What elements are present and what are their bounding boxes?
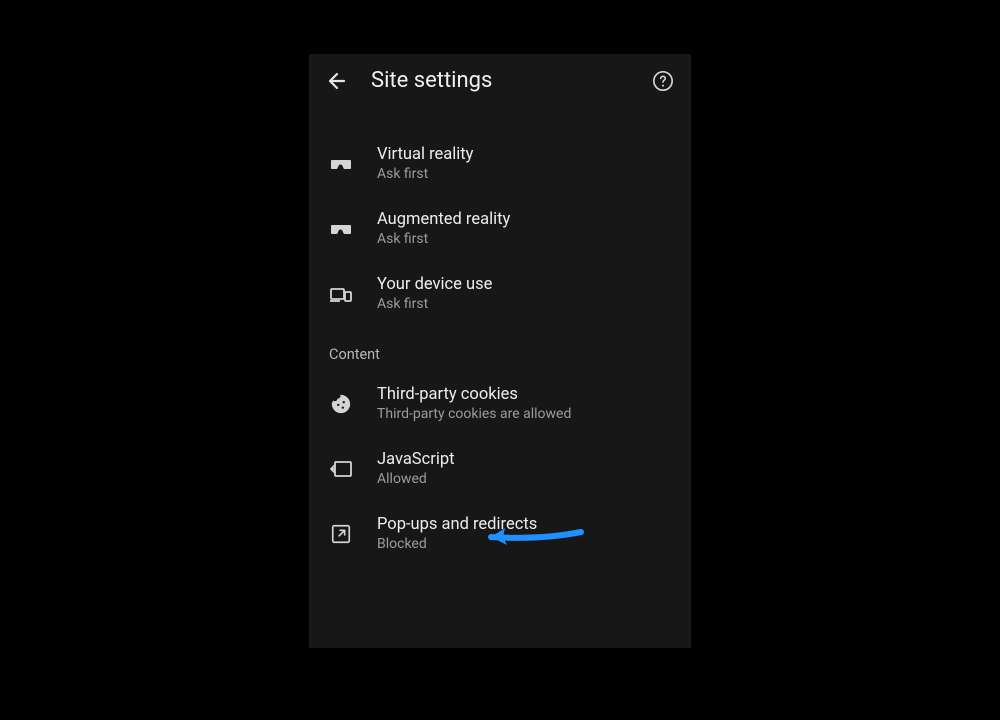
help-button[interactable] [651, 69, 675, 93]
setting-label: Augmented reality [377, 210, 510, 229]
setting-text: Virtual reality Ask first [377, 145, 473, 182]
section-header-content: Content [309, 326, 691, 371]
setting-text: Your device use Ask first [377, 275, 492, 312]
setting-label: Third-party cookies [377, 385, 571, 404]
setting-text: JavaScript Allowed [377, 450, 455, 487]
setting-status: Ask first [377, 231, 510, 247]
setting-popups-redirects[interactable]: Pop-ups and redirects Blocked [309, 501, 691, 566]
site-settings-panel: Site settings Virtual reality Ask first [309, 54, 691, 648]
arrow-left-icon [325, 69, 349, 93]
setting-label: JavaScript [377, 450, 455, 469]
setting-label: Your device use [377, 275, 492, 294]
setting-status: Allowed [377, 471, 455, 487]
setting-device-use[interactable]: Your device use Ask first [309, 261, 691, 326]
setting-status: Third-party cookies are allowed [377, 406, 571, 422]
setting-third-party-cookies[interactable]: Third-party cookies Third-party cookies … [309, 371, 691, 436]
setting-virtual-reality[interactable]: Virtual reality Ask first [309, 131, 691, 196]
devices-icon [329, 282, 353, 306]
setting-text: Augmented reality Ask first [377, 210, 510, 247]
back-button[interactable] [325, 69, 349, 93]
setting-label: Pop-ups and redirects [377, 515, 537, 534]
setting-text: Pop-ups and redirects Blocked [377, 515, 537, 552]
popup-icon [329, 522, 353, 546]
help-icon [652, 70, 674, 92]
ar-headset-icon [329, 217, 353, 241]
settings-list: Virtual reality Ask first Augmented real… [309, 103, 691, 566]
setting-status: Ask first [377, 166, 473, 182]
setting-status: Ask first [377, 296, 492, 312]
setting-text: Third-party cookies Third-party cookies … [377, 385, 571, 422]
header-bar: Site settings [309, 54, 691, 103]
javascript-icon [329, 457, 353, 481]
setting-javascript[interactable]: JavaScript Allowed [309, 436, 691, 501]
setting-augmented-reality[interactable]: Augmented reality Ask first [309, 196, 691, 261]
setting-label: Virtual reality [377, 145, 473, 164]
setting-status: Blocked [377, 536, 537, 552]
cookie-icon [329, 392, 353, 416]
vr-headset-icon [329, 152, 353, 176]
page-title: Site settings [371, 68, 629, 93]
